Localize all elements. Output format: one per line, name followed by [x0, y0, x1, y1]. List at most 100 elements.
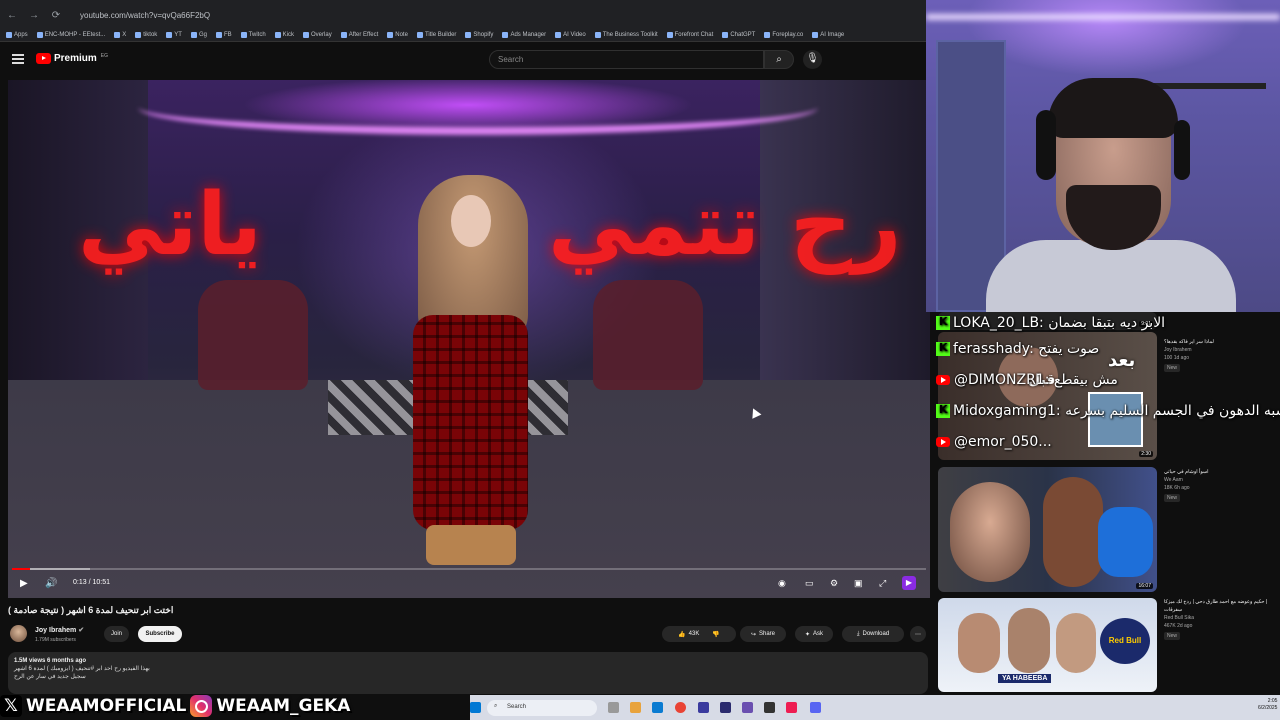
- recommendation-thumb-4[interactable]: Red Bull YA HABEEBA: [938, 598, 1157, 692]
- dislike-icon[interactable]: 👎: [712, 631, 719, 638]
- bookmark-item[interactable]: X: [114, 31, 126, 38]
- instagram-handle: WEAAM_GEKA: [216, 696, 351, 716]
- bookmark-item[interactable]: The Business Toolkit: [594, 31, 658, 38]
- bookmark-icon: [166, 31, 173, 38]
- bookmark-item[interactable]: ENC-MOHP - EEtest...: [36, 31, 105, 38]
- youtube-play-icon: [36, 53, 51, 64]
- x-handle: WEAAMOFFICIAL: [26, 696, 187, 716]
- share-button[interactable]: ↪ Share: [740, 626, 786, 642]
- recommendation-title[interactable]: اسوأ اوشام في حياتي: [1164, 468, 1280, 476]
- clock-date: 6/2/2025: [1258, 705, 1278, 711]
- bookmark-icon: [114, 31, 121, 38]
- webcam-shelf: [1146, 83, 1266, 89]
- discord-icon[interactable]: [810, 702, 821, 713]
- bookmark-label: Overlay: [311, 31, 332, 38]
- bookmark-item[interactable]: Ads Manager: [502, 31, 546, 38]
- recommendation-meta-4[interactable]: | حكيم وعوضه مع احمد طارق دحي | ردح لك م…: [1164, 598, 1280, 640]
- premiere-icon[interactable]: [720, 702, 731, 713]
- bookmark-item[interactable]: Title Builder: [416, 31, 456, 38]
- app-icon-2[interactable]: [742, 702, 753, 713]
- app-icon-1[interactable]: [698, 702, 709, 713]
- recommendation-thumb-3[interactable]: 16:07: [938, 467, 1157, 592]
- search-button[interactable]: ⌕: [764, 50, 794, 69]
- youtube-logo[interactable]: Premium EG: [36, 53, 108, 64]
- url-text[interactable]: youtube.com/watch?v=qvQa66F2bQ: [80, 11, 210, 20]
- menu-icon[interactable]: [12, 54, 24, 64]
- bookmark-item[interactable]: Twitch: [240, 31, 266, 38]
- recommendation-meta-3[interactable]: اسوأ اوشام في حياتي We Aam 18K 6h ago Ne…: [1164, 468, 1280, 502]
- video-progress-bar[interactable]: [12, 568, 926, 570]
- recommendation-channel: Red Bull Sika: [1164, 615, 1195, 621]
- bookmark-item[interactable]: ChatGPT: [722, 31, 756, 38]
- bookmark-item[interactable]: YT: [166, 31, 182, 38]
- edge-icon[interactable]: [652, 702, 663, 713]
- recommendation-title[interactable]: | حكيم وعوضه مع احمد طارق دحي | ردح لك م…: [1164, 598, 1280, 614]
- bookmark-item[interactable]: Note: [387, 31, 408, 38]
- recommendation-channel: We Aam: [1164, 477, 1183, 483]
- thumb-person-2: [1043, 477, 1103, 587]
- more-actions-button[interactable]: ⋯: [910, 626, 926, 642]
- bookmark-item[interactable]: Forefront Chat: [666, 31, 713, 38]
- bookmark-item[interactable]: tiktok: [135, 31, 158, 38]
- download-icon: ⤓: [856, 630, 860, 637]
- windows-start-icon[interactable]: [470, 702, 481, 713]
- bookmark-item[interactable]: Shopify: [465, 31, 493, 38]
- like-icon[interactable]: 👍: [678, 631, 685, 638]
- back-icon[interactable]: ←: [6, 10, 18, 21]
- taskbar-clock: 2:05 6/2/2025: [1258, 698, 1277, 712]
- webcam-person-body: [986, 240, 1236, 312]
- volume-icon[interactable]: 🔊: [45, 578, 57, 589]
- video-scene-ceiling-light: [138, 80, 818, 135]
- fullscreen-icon[interactable]: ▶: [902, 576, 916, 590]
- video-title: اختت ابر تنحيف لمدة 6 اشهر ( نتيجة صادمة…: [8, 605, 174, 615]
- play-icon[interactable]: ▶: [20, 578, 28, 589]
- channel-avatar[interactable]: [10, 625, 27, 642]
- theater-icon[interactable]: ⤢: [879, 578, 886, 589]
- chrome-icon[interactable]: [675, 702, 686, 713]
- bookmark-item[interactable]: After Effect: [340, 31, 378, 38]
- join-button[interactable]: Join: [104, 626, 129, 642]
- forward-icon[interactable]: →: [28, 10, 40, 21]
- settings-icon[interactable]: ⚙: [830, 578, 838, 589]
- bookmark-icon: [416, 31, 423, 38]
- channel-name-text[interactable]: Joy Ibrahem: [35, 627, 76, 634]
- bookmark-icon: [666, 31, 673, 38]
- bookmark-item[interactable]: Foreplay.co: [764, 31, 803, 38]
- search-input[interactable]: Search: [489, 50, 764, 69]
- like-count[interactable]: 43K: [689, 631, 700, 637]
- description-box[interactable]: 1.5M views 6 months ago بهذا الفيديو رح …: [8, 652, 928, 694]
- video-player[interactable]: رح تتمي ياتي ▶ 🔊 0:13 / 10:51 ◉ ▭ ⚙ ▣ ⤢ …: [8, 80, 930, 598]
- share-icon: ↪: [750, 631, 756, 638]
- bookmark-item[interactable]: FB: [215, 31, 232, 38]
- bookmark-label: tiktok: [143, 31, 158, 38]
- webcam-person-hair: [1048, 78, 1178, 138]
- reload-icon[interactable]: ⟳: [50, 10, 62, 21]
- autoplay-icon[interactable]: ◉: [778, 578, 786, 589]
- subscribe-button[interactable]: Subscribe: [138, 626, 182, 642]
- subtitles-icon[interactable]: ▭: [805, 578, 814, 589]
- verified-icon: ✔: [78, 627, 85, 634]
- file-explorer-icon[interactable]: [630, 702, 641, 713]
- download-button[interactable]: ⤓ Download: [842, 626, 904, 642]
- channel-name[interactable]: Joy Ibrahem ✔: [35, 626, 84, 634]
- ask-button[interactable]: ✦ Ask: [795, 626, 833, 642]
- bookmark-label: ChatGPT: [730, 31, 756, 38]
- bookmark-icon: [812, 31, 819, 38]
- bookmark-item[interactable]: AI Image: [812, 31, 844, 38]
- task-view-icon[interactable]: [608, 702, 619, 713]
- bookmark-item[interactable]: Gg: [190, 31, 207, 38]
- capcut-icon[interactable]: [786, 702, 797, 713]
- bookmark-item[interactable]: Kick: [274, 31, 294, 38]
- bookmark-item[interactable]: Apps: [6, 31, 28, 38]
- miniplayer-icon[interactable]: ▣: [854, 578, 863, 589]
- voice-search-button[interactable]: 🎙: [803, 50, 822, 69]
- taskbar-search[interactable]: ⌕ Search: [487, 700, 597, 716]
- bookmark-label: Note: [395, 31, 408, 38]
- bookmark-icon: [36, 31, 43, 38]
- bookmark-icon: [240, 31, 247, 38]
- kick-icon: [936, 403, 950, 418]
- bookmark-item[interactable]: AI Video: [555, 31, 586, 38]
- thumb-person-3: [1098, 507, 1153, 577]
- bookmark-item[interactable]: Overlay: [303, 31, 332, 38]
- obs-icon[interactable]: [764, 702, 775, 713]
